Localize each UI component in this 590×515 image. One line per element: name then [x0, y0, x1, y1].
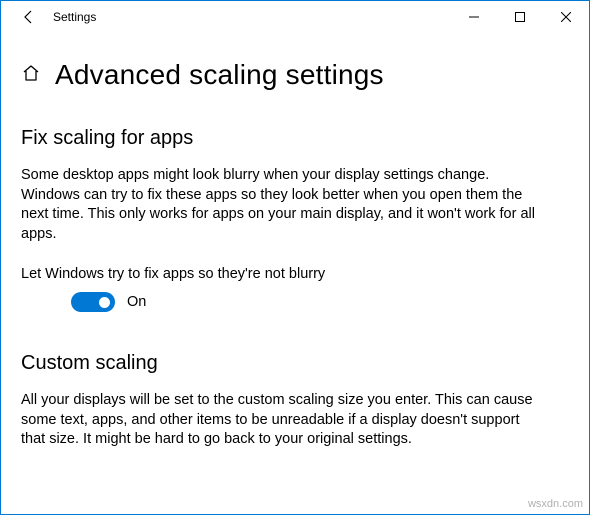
section-custom-scaling-title: Custom scaling	[21, 352, 569, 375]
maximize-button[interactable]	[497, 1, 543, 33]
watermark: wsxdn.com	[528, 498, 583, 510]
window-title: Settings	[49, 10, 96, 24]
blurry-fix-toggle-label: Let Windows try to fix apps so they're n…	[21, 266, 569, 282]
window-controls	[451, 1, 589, 33]
blurry-fix-toggle[interactable]	[71, 292, 115, 312]
home-icon[interactable]	[21, 63, 41, 88]
section-fix-scaling-title: Fix scaling for apps	[21, 127, 569, 150]
titlebar: Settings	[1, 1, 589, 33]
content-area: Advanced scaling settings Fix scaling fo…	[1, 33, 589, 450]
close-button[interactable]	[543, 1, 589, 33]
blurry-fix-toggle-state: On	[127, 294, 146, 310]
section-fix-scaling-description: Some desktop apps might look blurry when…	[21, 166, 541, 244]
section-custom-scaling-description: All your displays will be set to the cus…	[21, 391, 541, 450]
back-button[interactable]	[9, 1, 49, 33]
minimize-button[interactable]	[451, 1, 497, 33]
page-title: Advanced scaling settings	[55, 59, 384, 91]
blurry-fix-toggle-row: On	[21, 292, 569, 312]
page-header: Advanced scaling settings	[21, 59, 569, 91]
